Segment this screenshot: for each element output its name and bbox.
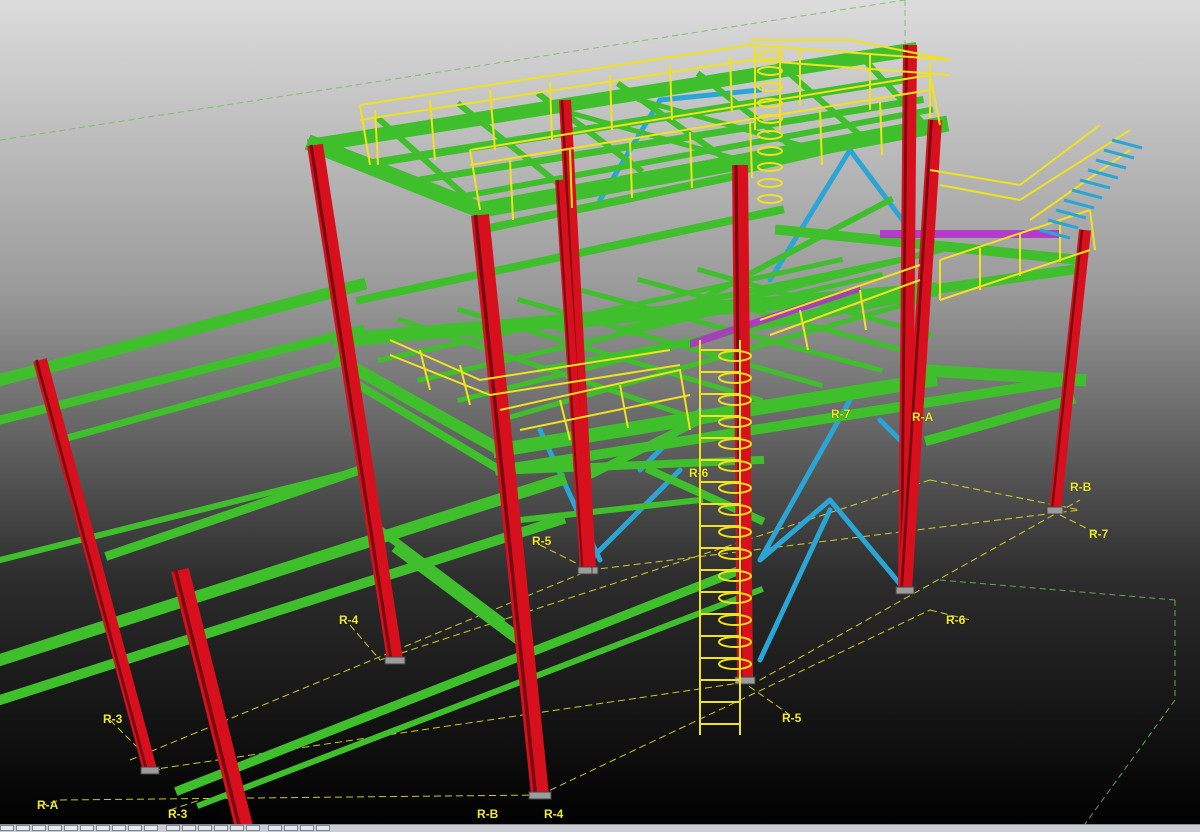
base-plate: [895, 586, 915, 595]
grid-label: R-5: [532, 534, 552, 548]
grid-label: R-7: [1089, 527, 1109, 541]
base-plate: [1046, 506, 1064, 515]
render-button[interactable]: [144, 825, 158, 831]
base-plate: [140, 766, 160, 775]
filter-button[interactable]: [198, 825, 212, 831]
grid-label: R-4: [544, 807, 564, 821]
settings-button[interactable]: [316, 825, 330, 831]
snap-button[interactable]: [96, 825, 110, 831]
grid-label: R-5: [782, 711, 802, 725]
select-button[interactable]: [64, 825, 78, 831]
redo-button[interactable]: [284, 825, 298, 831]
property-button[interactable]: [214, 825, 228, 831]
grid-label: R-7: [831, 407, 851, 421]
view-button[interactable]: [0, 825, 14, 831]
grid-button[interactable]: [112, 825, 126, 831]
grid-label: R-A: [37, 798, 59, 812]
pan-button[interactable]: [32, 825, 46, 831]
shaded-button[interactable]: [182, 825, 196, 831]
grid-label: R-A: [912, 410, 934, 424]
help-button[interactable]: [300, 825, 314, 831]
base-plate: [577, 566, 593, 575]
measure-button[interactable]: [80, 825, 94, 831]
grid-label: R-B: [1070, 480, 1092, 494]
layer-button[interactable]: [128, 825, 142, 831]
grid-label: R-B: [477, 807, 499, 821]
zoom-button[interactable]: [16, 825, 30, 831]
grid-label: R-3: [103, 712, 123, 726]
model-3d-viewport[interactable]: R-7 R-A R-6 R-B R-7 R-5 R-6 R-4 R-5 R-3 …: [0, 0, 1200, 831]
grid-label: R-3: [168, 807, 188, 821]
base-plate: [384, 656, 406, 665]
undo-button[interactable]: [268, 825, 282, 831]
grid-label: R-4: [339, 613, 359, 627]
wireframe-button[interactable]: [166, 825, 180, 831]
grid-label: R-6: [946, 613, 966, 627]
export-button[interactable]: [246, 825, 260, 831]
grid-label: R-6: [689, 466, 709, 480]
base-plate: [528, 791, 552, 800]
rotate-button[interactable]: [48, 825, 62, 831]
print-button[interactable]: [230, 825, 244, 831]
steel-structure-model[interactable]: [0, 0, 1200, 831]
